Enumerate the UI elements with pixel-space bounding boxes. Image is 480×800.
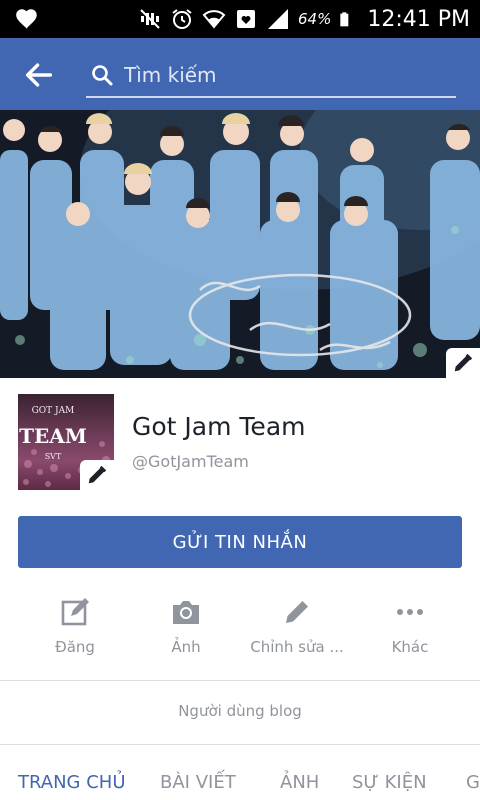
page-tabs: TRANG CHỦ BÀI VIẾT ẢNH SỰ KIỆN G [0,760,480,800]
more-icon [397,609,423,615]
tab-home[interactable]: TRANG CHỦ [18,772,126,793]
post-action-label: Đăng [55,638,95,656]
more-action[interactable]: Khác [355,588,465,668]
search-input[interactable] [124,58,444,92]
status-icons: 64% 12:41 PM [138,0,470,38]
status-bar: 64% 12:41 PM [0,0,480,38]
tab-photos[interactable]: ẢNH [280,772,319,793]
cover-photo[interactable] [0,110,480,378]
cover-edit-button[interactable] [446,348,480,378]
page-name: Got Jam Team [132,412,306,441]
battery-icon [340,12,349,27]
profile-picture-edit-button[interactable] [80,460,114,490]
tab-events[interactable]: SỰ KIỆN [352,772,427,793]
photo-action-label: Ảnh [171,638,201,656]
cover-artwork [0,110,480,378]
divider [0,744,480,745]
tab-posts[interactable]: BÀI VIẾT [160,772,236,793]
alarm-icon [172,9,192,29]
signal-icon [268,9,288,29]
mute-icon [140,9,160,29]
app-bar [0,38,480,110]
tab-more[interactable]: G [466,772,480,793]
action-bar: Đăng Ảnh Chỉnh sửa ... Khác [0,588,480,668]
send-message-button[interactable]: GỬI TIN NHẮN [18,516,462,568]
pencil-icon [454,353,473,372]
more-action-label: Khác [391,638,429,656]
compose-icon [61,598,89,626]
profile-picture-line3: SVT [44,452,62,461]
profile-picture-line1: GOT JAM [31,406,75,416]
post-action[interactable]: Đăng [20,588,130,668]
pencil-icon [286,601,308,623]
heart-icon [16,9,37,29]
notification-icon [237,10,255,28]
search-bar[interactable] [86,54,456,98]
divider [0,680,480,681]
battery-percent: 64% [298,10,332,28]
edit-action-label: Chỉnh sửa ... [250,638,344,656]
search-icon [92,65,113,86]
pencil-icon [88,465,107,484]
page-category: Người dùng blog [178,702,302,720]
page-handle: @GotJamTeam [132,452,249,471]
clock: 12:41 PM [367,6,470,32]
arrow-left-icon[interactable] [22,58,56,92]
photo-action[interactable]: Ảnh [131,588,241,668]
camera-icon [173,601,199,624]
edit-action[interactable]: Chỉnh sửa ... [242,588,352,668]
wifi-icon [202,10,226,29]
profile-picture-line2: TEAM [19,424,87,448]
